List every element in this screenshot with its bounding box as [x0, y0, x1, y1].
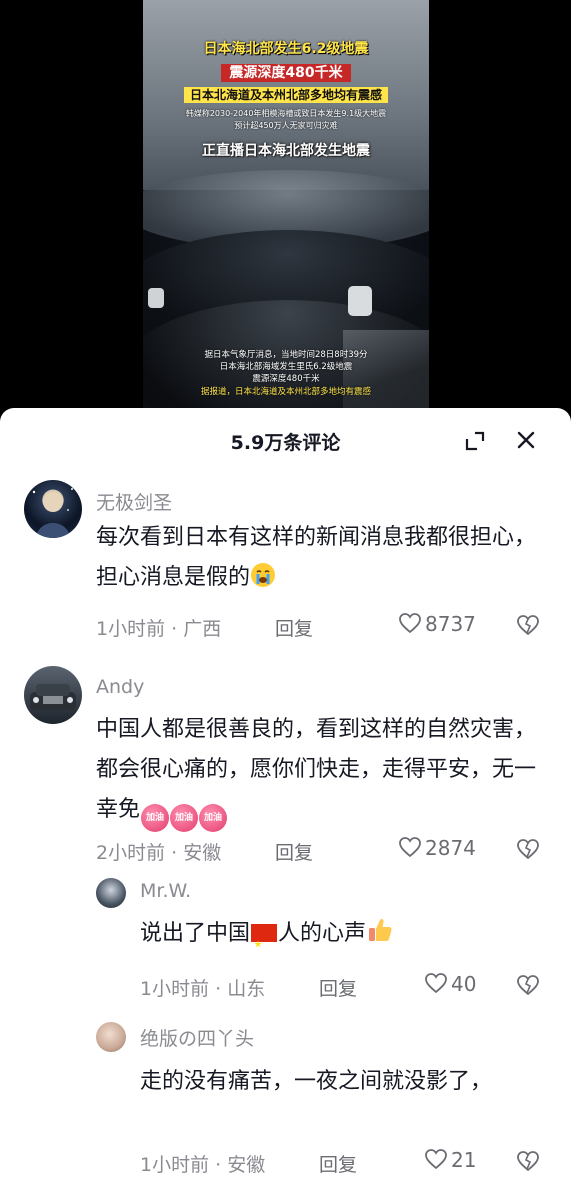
- comment-username[interactable]: 无极剑圣: [96, 488, 172, 515]
- comment-sheet-header: 5.9万条评论: [0, 408, 571, 472]
- avatar[interactable]: [96, 1022, 126, 1052]
- comment-item: Andy 中国人都是很善良的，看到这样的自然灾害，都会很心痛的，愿你们快走，走得…: [0, 652, 571, 868]
- china-flag-icon: [251, 924, 278, 965]
- reply-text: 说出了中国 人的心声: [140, 914, 540, 965]
- cheer-badge: 加油: [141, 804, 170, 832]
- comment-username[interactable]: Andy: [96, 676, 144, 698]
- reply-text: 走的没有痛苦，一夜之间就没影了，: [140, 1069, 493, 1094]
- like-count: 2874: [425, 836, 476, 860]
- comment-sheet: 5.9万条评论 无极剑圣 每次看到日本有这样的新闻消息我都很担心，担心消息是假的: [0, 408, 571, 1200]
- video-caption-line: 据报道，日本北海道及本州北部多地均有震感: [200, 387, 371, 397]
- video-headline-banner: 日本北海道及本州北部多地均有震感: [143, 86, 429, 103]
- like-count: 8737: [425, 612, 476, 636]
- comment-meta: 2小时前 · 安徽: [96, 838, 221, 865]
- video-caption-line: 据日本气象厅消息，当地时间28日8时39分: [204, 350, 368, 360]
- expand-icon[interactable]: [464, 430, 486, 452]
- cheer-badge: 加油: [170, 804, 199, 832]
- comment-time: 1小时前: [96, 618, 166, 640]
- meta-separator: ·: [171, 618, 184, 640]
- comment-meta: 1小时前 · 广西: [96, 614, 221, 641]
- video-caption-line: 震源深度480千米: [252, 374, 320, 384]
- dislike-icon[interactable]: [516, 838, 540, 860]
- like-button[interactable]: 21: [424, 1148, 476, 1172]
- reply-time: 1小时前: [140, 1154, 210, 1176]
- close-icon[interactable]: [514, 428, 538, 452]
- meta-separator: ·: [215, 1154, 228, 1176]
- reply-button[interactable]: 回复: [275, 838, 313, 865]
- comment-text: 每次看到日本有这样的新闻消息我都很担心，担心消息是假的: [96, 518, 536, 598]
- avatar[interactable]: [96, 878, 126, 908]
- meta-separator: ·: [171, 842, 184, 864]
- video-car: [148, 288, 164, 308]
- like-count: 40: [451, 972, 477, 996]
- dislike-icon[interactable]: [516, 614, 540, 636]
- dislike-icon[interactable]: [516, 1150, 540, 1172]
- reply-meta: 1小时前 · 山东: [140, 974, 265, 1001]
- heart-icon: [425, 973, 447, 994]
- comment-item: 无极剑圣 每次看到日本有这样的新闻消息我都很担心，担心消息是假的 1小时前 · …: [0, 472, 571, 652]
- like-button[interactable]: 40: [424, 972, 476, 996]
- video-small-text: 韩媒称2030-2040年相模海槽或致日本发生9.1级大地震: [185, 109, 387, 118]
- comment-location: 安徽: [183, 842, 222, 864]
- reply-username[interactable]: 绝版の四丫头: [140, 1024, 254, 1051]
- video-subtitle: 震源深度480千米: [143, 62, 429, 82]
- heart-icon: [399, 837, 421, 858]
- dislike-icon[interactable]: [516, 974, 540, 996]
- reply-username[interactable]: Mr.W.: [140, 880, 191, 902]
- avatar-figure-icon: [32, 488, 73, 538]
- comment-time: 2小时前: [96, 842, 166, 864]
- video-live-caption: 正直播日本海北部发生地震: [202, 143, 370, 159]
- reply-location: 安徽: [227, 1154, 266, 1176]
- reply-button[interactable]: 回复: [275, 614, 313, 641]
- video-title: 日本海北部发生6.2级地震: [203, 41, 369, 57]
- reply-time: 1小时前: [140, 978, 210, 1000]
- reply-item: Mr.W. 说出了中国 人的心声 1小时前 · 山东 回复 40: [0, 868, 571, 1008]
- video-player[interactable]: 日本海北部发生6.2级地震 震源深度480千米 日本北海道及本州北部多地均有震感…: [143, 0, 429, 410]
- thumbs-up-icon: [369, 918, 392, 941]
- avatar[interactable]: [24, 666, 82, 724]
- reply-item: 绝版の四丫头 走的没有痛苦，一夜之间就没影了， 1小时前 · 安徽 回复 21: [0, 1008, 571, 1200]
- meta-separator: ·: [215, 978, 228, 1000]
- video-small-text: 预计超450万人无家可归灾难: [234, 121, 338, 130]
- heart-icon: [399, 613, 421, 634]
- cheer-badge: 加油: [199, 804, 228, 832]
- heart-icon: [425, 1149, 447, 1170]
- like-button[interactable]: 8737: [398, 612, 476, 636]
- reply-text-part: 人的心声: [278, 921, 367, 946]
- comment-location: 广西: [183, 618, 222, 640]
- reply-meta: 1小时前 · 安徽: [140, 1150, 265, 1177]
- comment-text-content: 每次看到日本有这样的新闻消息我都很担心，担心消息是假的: [96, 525, 537, 590]
- crying-face-icon: [251, 563, 276, 587]
- comment-text: 中国人都是很善良的，看到这样的自然灾害，都会很心痛的，愿你们快走，走得平安，无一…: [96, 710, 536, 832]
- video-car: [348, 286, 372, 316]
- like-button[interactable]: 2874: [398, 836, 476, 860]
- reply-button[interactable]: 回复: [319, 974, 357, 1001]
- like-count: 21: [451, 1148, 477, 1172]
- reply-text-part: 说出了中国: [140, 921, 251, 946]
- reply-button[interactable]: 回复: [319, 1150, 357, 1177]
- reply-location: 山东: [227, 978, 266, 1000]
- avatar-car-icon: [30, 684, 76, 710]
- avatar[interactable]: [24, 480, 82, 538]
- video-caption-line: 日本海北部海域发生里氏6.2级地震: [219, 362, 353, 372]
